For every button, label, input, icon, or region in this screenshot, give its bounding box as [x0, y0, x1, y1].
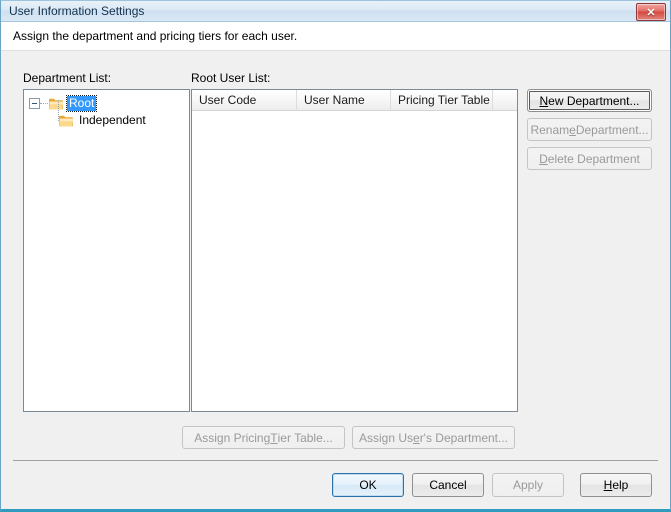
department-list-label: Department List:: [23, 71, 112, 85]
header-description: Assign the department and pricing tiers …: [13, 29, 298, 43]
rename-department-accel: e: [569, 122, 576, 137]
help-button-label-post: elp: [612, 478, 629, 492]
tree-item-independent[interactable]: Independent: [48, 100, 148, 129]
apply-button[interactable]: Apply: [492, 473, 564, 497]
column-header-user-code[interactable]: User Code: [192, 90, 297, 110]
column-header-spacer[interactable]: [493, 90, 517, 110]
assign-pricing-tier-table-button[interactable]: Assign Pricing Tier Table...: [182, 426, 345, 449]
folder-icon: [58, 114, 74, 128]
rename-department-label-post: Department...: [575, 122, 649, 137]
delete-department-button[interactable]: Delete Department: [527, 147, 652, 170]
assign-users-department-accel: e: [413, 430, 420, 445]
assign-pricing-tier-accel: T: [270, 430, 278, 445]
content-area: Department List: Root User List: Root In…: [1, 51, 670, 460]
help-button-accel: H: [603, 478, 613, 492]
column-header-user-name[interactable]: User Name: [297, 90, 391, 110]
new-department-accel: N: [539, 93, 549, 108]
apply-button-label: Apply: [512, 478, 544, 492]
user-list-label: Root User List:: [191, 71, 271, 85]
list-header-row: User Code User Name Pricing Tier Table: [192, 90, 517, 111]
tree-item-root-label: Root: [65, 95, 98, 112]
assign-pricing-tier-label-pre: Assign Pricing: [194, 430, 271, 445]
rename-department-button[interactable]: Renam e Department...: [527, 118, 652, 141]
new-department-label-post: ew Department...: [548, 93, 640, 108]
assign-users-department-label-post: r's Department...: [419, 430, 509, 445]
column-header-pricing-tier-table[interactable]: Pricing Tier Table: [391, 90, 493, 110]
footer-separator: [13, 460, 658, 461]
delete-department-accel: D: [539, 151, 548, 166]
cancel-button-label: Cancel: [429, 478, 467, 492]
footer-bar: OK Cancel Apply Help: [1, 460, 670, 509]
assign-pricing-tier-label-post: ier Table...: [277, 430, 333, 445]
assign-users-department-label-pre: Assign Us: [358, 430, 413, 445]
close-icon: ✕: [646, 6, 656, 19]
department-tree[interactable]: Root Independent: [23, 89, 190, 412]
cancel-button[interactable]: Cancel: [412, 473, 484, 497]
tree-connector-line: [40, 102, 48, 105]
collapse-icon[interactable]: [29, 98, 40, 109]
rename-department-label-pre: Renam: [530, 122, 570, 137]
title-bar: User Information Settings ✕: [1, 1, 670, 22]
tree-item-independent-label: Independent: [79, 113, 146, 127]
window-title: User Information Settings: [9, 4, 145, 18]
ok-button-label: OK: [359, 478, 377, 492]
delete-department-label-post: elete Department: [547, 151, 640, 166]
new-department-button[interactable]: New Department...: [527, 89, 652, 112]
dialog-window: User Information Settings ✕ Assign the d…: [0, 0, 671, 512]
assign-users-department-button[interactable]: Assign Us e r's Department...: [352, 426, 515, 449]
close-button[interactable]: ✕: [636, 3, 666, 21]
ok-button[interactable]: OK: [332, 473, 404, 497]
help-button[interactable]: Help: [580, 473, 652, 497]
list-body[interactable]: [192, 111, 517, 411]
user-list-view[interactable]: User Code User Name Pricing Tier Table: [191, 89, 518, 412]
header-band: Assign the department and pricing tiers …: [1, 22, 670, 51]
